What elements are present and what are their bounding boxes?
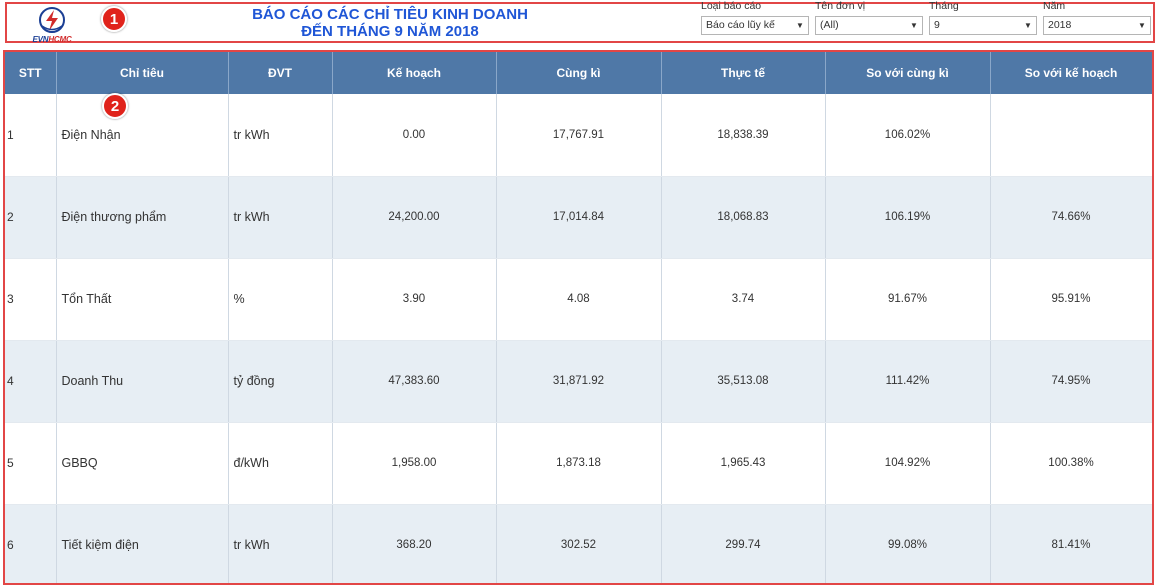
cell-same-period: 1,873.18 bbox=[496, 422, 662, 505]
cell-indicator: Tổn Thất bbox=[56, 258, 229, 341]
cell-stt: 2 bbox=[5, 176, 57, 259]
cell-unit: đ/kWh bbox=[228, 422, 333, 505]
title-line-1: BÁO CÁO CÁC CHỈ TIÊU KINH DOANH bbox=[252, 6, 528, 23]
cell-actual: 35,513.08 bbox=[661, 340, 826, 423]
report-title: BÁO CÁO CÁC CHỈ TIÊU KINH DOANH ĐẾN THÁN… bbox=[200, 6, 580, 40]
year-select[interactable]: 2018 ▼ bbox=[1043, 16, 1151, 35]
filter-year: Năm 2018 ▼ bbox=[1043, 0, 1151, 35]
column-header-vs-same-period[interactable]: So với cùng kì bbox=[825, 52, 991, 94]
filter-label: Tháng bbox=[929, 0, 959, 12]
unit-name-select[interactable]: (All) ▼ bbox=[815, 16, 923, 35]
cell-stt: 4 bbox=[5, 340, 57, 423]
cell-stt: 1 bbox=[5, 94, 57, 177]
select-value: 2018 bbox=[1048, 19, 1072, 31]
cell-unit: tỷ đồng bbox=[228, 340, 333, 423]
cell-plan: 1,958.00 bbox=[332, 422, 497, 505]
cell-vs-plan: 74.95% bbox=[990, 340, 1152, 423]
kpi-table-container: STT Chỉ tiêu ĐVT Kế hoạch Cùng kì Thực t… bbox=[3, 50, 1154, 585]
cell-vs-same-period: 91.67% bbox=[825, 258, 991, 341]
cell-plan: 47,383.60 bbox=[332, 340, 497, 423]
column-header-same-period[interactable]: Cùng kì bbox=[496, 52, 662, 94]
cell-stt: 5 bbox=[5, 422, 57, 505]
cell-actual: 1,965.43 bbox=[661, 422, 826, 505]
filter-report-type: Loại báo cáo Báo cáo lũy kế ▼ bbox=[701, 0, 809, 35]
cell-same-period: 4.08 bbox=[496, 258, 662, 341]
section-badge-2: 2 bbox=[102, 93, 128, 119]
column-header-vs-plan[interactable]: So với kế hoạch bbox=[990, 52, 1152, 94]
cell-same-period: 302.52 bbox=[496, 504, 662, 583]
cell-stt: 6 bbox=[5, 504, 57, 583]
cell-stt: 3 bbox=[5, 258, 57, 341]
cell-same-period: 17,014.84 bbox=[496, 176, 662, 259]
logo-text: EVNHCMC bbox=[32, 35, 72, 44]
cell-vs-same-period: 106.19% bbox=[825, 176, 991, 259]
column-header-plan[interactable]: Kế hoạch bbox=[332, 52, 497, 94]
cell-same-period: 17,767.91 bbox=[496, 94, 662, 177]
cell-vs-plan bbox=[990, 94, 1152, 177]
evn-logo-icon bbox=[39, 7, 65, 33]
cell-unit: tr kWh bbox=[228, 504, 333, 583]
table-row: 6 Tiết kiệm điện tr kWh 368.20 302.52 29… bbox=[5, 504, 1152, 583]
cell-indicator: GBBQ bbox=[56, 422, 229, 505]
cell-plan: 0.00 bbox=[332, 94, 497, 177]
month-select[interactable]: 9 ▼ bbox=[929, 16, 1037, 35]
select-value: Báo cáo lũy kế bbox=[706, 19, 775, 31]
filter-month: Tháng 9 ▼ bbox=[929, 0, 1037, 35]
select-value: (All) bbox=[820, 19, 839, 31]
cell-vs-plan: 74.66% bbox=[990, 176, 1152, 259]
cell-vs-plan: 95.91% bbox=[990, 258, 1152, 341]
cell-actual: 18,838.39 bbox=[661, 94, 826, 177]
column-header-actual[interactable]: Thực tế bbox=[661, 52, 826, 94]
select-value: 9 bbox=[934, 19, 940, 31]
cell-vs-plan: 81.41% bbox=[990, 504, 1152, 583]
cell-indicator: Doanh Thu bbox=[56, 340, 229, 423]
cell-plan: 24,200.00 bbox=[332, 176, 497, 259]
cell-indicator: Điện Nhận bbox=[56, 94, 229, 177]
report-type-select[interactable]: Báo cáo lũy kế ▼ bbox=[701, 16, 809, 35]
table-row: 4 Doanh Thu tỷ đồng 47,383.60 31,871.92 … bbox=[5, 340, 1152, 423]
dropdown-arrow-icon[interactable]: ▼ bbox=[1020, 17, 1036, 34]
cell-vs-plan: 100.38% bbox=[990, 422, 1152, 505]
cell-unit: % bbox=[228, 258, 333, 341]
cell-plan: 3.90 bbox=[332, 258, 497, 341]
section-badge-1: 1 bbox=[101, 6, 127, 32]
filter-label: Loại báo cáo bbox=[701, 0, 762, 12]
column-header-unit[interactable]: ĐVT bbox=[228, 52, 333, 94]
table-row: 1 Điện Nhận tr kWh 0.00 17,767.91 18,838… bbox=[5, 94, 1152, 177]
dropdown-arrow-icon[interactable]: ▼ bbox=[1134, 17, 1150, 34]
cell-same-period: 31,871.92 bbox=[496, 340, 662, 423]
filter-unit-name: Tên đơn vị (All) ▼ bbox=[815, 0, 923, 35]
title-line-2: ĐẾN THÁNG 9 NĂM 2018 bbox=[301, 23, 479, 40]
cell-actual: 18,068.83 bbox=[661, 176, 826, 259]
filter-label: Năm bbox=[1043, 0, 1066, 12]
evn-hcmc-logo: EVNHCMC bbox=[25, 6, 79, 44]
cell-vs-same-period: 106.02% bbox=[825, 94, 991, 177]
cell-indicator: Điện thương phẩm bbox=[56, 176, 229, 259]
cell-vs-same-period: 104.92% bbox=[825, 422, 991, 505]
cell-unit: tr kWh bbox=[228, 94, 333, 177]
cell-actual: 299.74 bbox=[661, 504, 826, 583]
table-row: 3 Tổn Thất % 3.90 4.08 3.74 91.67% 95.91… bbox=[5, 258, 1152, 341]
cell-vs-same-period: 111.42% bbox=[825, 340, 991, 423]
cell-vs-same-period: 99.08% bbox=[825, 504, 991, 583]
column-header-indicator[interactable]: Chỉ tiêu bbox=[56, 52, 229, 94]
column-header-stt[interactable]: STT bbox=[5, 52, 57, 94]
table-row: 2 Điện thương phẩm tr kWh 24,200.00 17,0… bbox=[5, 176, 1152, 259]
kpi-table: STT Chỉ tiêu ĐVT Kế hoạch Cùng kì Thực t… bbox=[5, 52, 1152, 583]
cell-indicator: Tiết kiệm điện bbox=[56, 504, 229, 583]
cell-actual: 3.74 bbox=[661, 258, 826, 341]
dropdown-arrow-icon[interactable]: ▼ bbox=[906, 17, 922, 34]
table-header-row: STT Chỉ tiêu ĐVT Kế hoạch Cùng kì Thực t… bbox=[5, 52, 1152, 94]
table-row: 5 GBBQ đ/kWh 1,958.00 1,873.18 1,965.43 … bbox=[5, 422, 1152, 505]
filter-label: Tên đơn vị bbox=[815, 0, 866, 12]
cell-unit: tr kWh bbox=[228, 176, 333, 259]
cell-plan: 368.20 bbox=[332, 504, 497, 583]
dropdown-arrow-icon[interactable]: ▼ bbox=[792, 17, 808, 34]
